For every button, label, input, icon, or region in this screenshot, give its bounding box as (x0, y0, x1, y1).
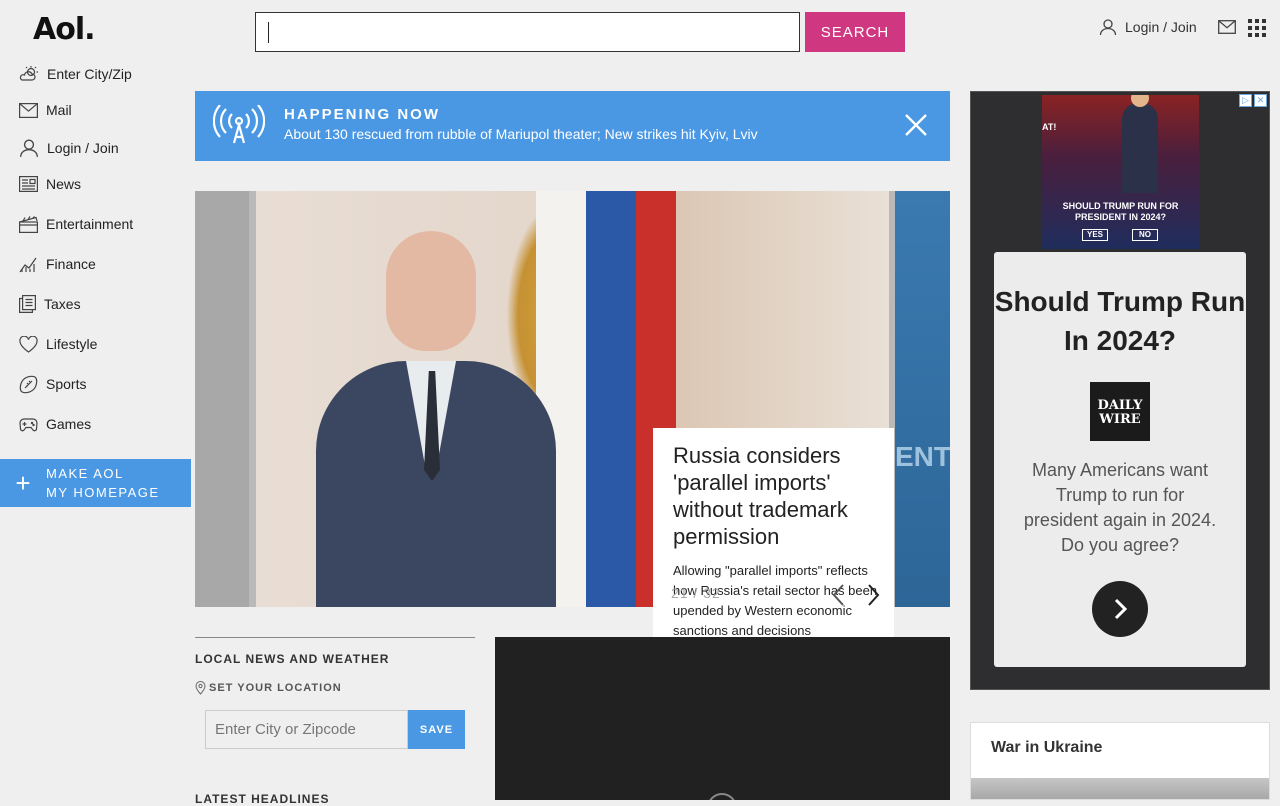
war-in-ukraine-image[interactable] (971, 778, 1269, 799)
make-homepage-label: MAKE AOL MY HOMEPAGE (46, 466, 160, 500)
apps-grid-icon[interactable] (1248, 19, 1266, 37)
header-login-label: Login / Join (1125, 19, 1197, 35)
sidebar-item-label: Mail (46, 102, 72, 118)
football-icon (19, 375, 38, 393)
mail-icon (19, 102, 38, 118)
happening-now-banner[interactable]: HAPPENING NOW About 130 rescued from rub… (195, 91, 950, 161)
war-in-ukraine-title: War in Ukraine (991, 739, 1103, 756)
user-icon (20, 139, 38, 157)
next-slide-text: ENT (895, 441, 950, 472)
make-homepage-button[interactable]: + MAKE AOL MY HOMEPAGE (0, 459, 191, 507)
documents-icon (19, 295, 36, 313)
sidebar-item-label: Games (46, 416, 92, 432)
text-caret (268, 22, 269, 43)
sidebar-item-label: Taxes (44, 296, 81, 312)
hero-caption-card[interactable]: Russia considers 'parallel imports' with… (653, 428, 894, 638)
aol-logo[interactable]: Aol. (33, 12, 96, 47)
play-icon[interactable] (707, 793, 737, 800)
search-button[interactable]: SEARCH (805, 12, 905, 52)
sidebar-item-news[interactable]: News (19, 173, 81, 195)
sidebar-item-finance[interactable]: Finance (19, 253, 96, 275)
sidebar-item-taxes[interactable]: Taxes (19, 293, 81, 315)
sidebar-item-label: News (46, 176, 82, 192)
sidebar-item-mail[interactable]: Mail (19, 99, 72, 121)
ad-image-text: AT! (1042, 122, 1057, 132)
zipcode-input[interactable]: Enter City or Zipcode (205, 710, 408, 749)
ad-poll-question: Should Trump Run In 2024? (994, 286, 1246, 356)
clapperboard-icon (19, 215, 38, 233)
sidebar-item-lifestyle[interactable]: Lifestyle (19, 333, 97, 355)
location-pin-icon (195, 681, 206, 695)
set-location-label: SET YOUR LOCATION (209, 682, 342, 694)
ad-close-icon[interactable]: ✕ (1254, 94, 1267, 107)
ad-no-button[interactable]: NO (1132, 229, 1158, 241)
chevron-right-icon[interactable] (864, 583, 882, 607)
sidebar-item-entertainment[interactable]: Entertainment (19, 213, 133, 235)
hero-title[interactable]: Russia considers 'parallel imports' with… (673, 442, 883, 550)
chevron-left-icon[interactable] (830, 583, 848, 607)
slide-counter: 21 / 32 (671, 585, 721, 601)
sidebar-item-label: Sports (46, 376, 87, 392)
chevron-right-icon (1114, 598, 1128, 620)
happening-now-tag: HAPPENING NOW (284, 106, 441, 123)
section-divider (195, 637, 475, 638)
hero-image-figure (386, 231, 476, 351)
search-input[interactable] (255, 12, 800, 52)
close-icon[interactable] (904, 113, 928, 137)
broadcast-icon (213, 105, 265, 144)
sidebar-item-login[interactable]: Login / Join (19, 137, 119, 159)
sidebar-item-label: Enter City/Zip (47, 66, 132, 82)
chart-icon (19, 257, 37, 272)
hero-image-flag (586, 191, 636, 607)
sidebar-item-label: Lifestyle (46, 336, 98, 352)
happening-now-headline[interactable]: About 130 rescued from rubble of Mariupo… (284, 126, 758, 142)
war-in-ukraine-module[interactable]: War in Ukraine (970, 722, 1270, 800)
daily-wire-logo: DAILY WIRE (1090, 382, 1150, 441)
save-location-button[interactable]: SAVE (408, 710, 465, 749)
set-location-link[interactable]: SET YOUR LOCATION (195, 681, 342, 695)
gamepad-icon (19, 417, 38, 431)
ad-next-button[interactable] (1092, 581, 1148, 637)
user-icon (1099, 19, 1117, 36)
sidebar-item-label: Login / Join (47, 140, 119, 156)
sidebar-item-label: Entertainment (46, 216, 134, 232)
latest-headlines-title: LATEST HEADLINES (195, 792, 330, 806)
adchoices-icon: ▷ (1239, 94, 1252, 107)
ad-image-question: SHOULD TRUMP RUN FOR PRESIDENT IN 2024? (1062, 201, 1179, 222)
ad-poll-card[interactable]: Should Trump Run In 2024? DAILY WIRE Many… (994, 252, 1246, 667)
sidebar-item-weather[interactable]: Enter City/Zip (19, 63, 132, 85)
local-news-title: LOCAL NEWS AND WEATHER (195, 652, 390, 666)
sidebar-item-games[interactable]: Games (19, 413, 91, 435)
video-player[interactable] (495, 637, 950, 800)
sidebar-item-sports[interactable]: Sports (19, 373, 86, 395)
next-slide-image[interactable]: ENT (895, 191, 950, 607)
news-icon (19, 176, 38, 192)
header-login-link[interactable]: Login / Join (1099, 18, 1197, 36)
ad-image-figure (1122, 95, 1158, 193)
ad-poll-body: Many Americans want Trump to run for pre… (1023, 460, 1217, 555)
weather-icon (19, 66, 38, 81)
ad-yes-button[interactable]: YES (1082, 229, 1108, 241)
ad-image[interactable]: AT! SHOULD TRUMP RUN FOR PRESIDENT IN 20… (1042, 95, 1199, 249)
previous-slide-image[interactable] (195, 191, 249, 607)
heart-icon (19, 335, 38, 353)
adchoices-badge[interactable]: ▷ ✕ (1239, 94, 1267, 107)
header-mail-icon[interactable] (1218, 20, 1236, 39)
sidebar-item-label: Finance (46, 256, 96, 272)
plus-icon: + (15, 467, 31, 498)
